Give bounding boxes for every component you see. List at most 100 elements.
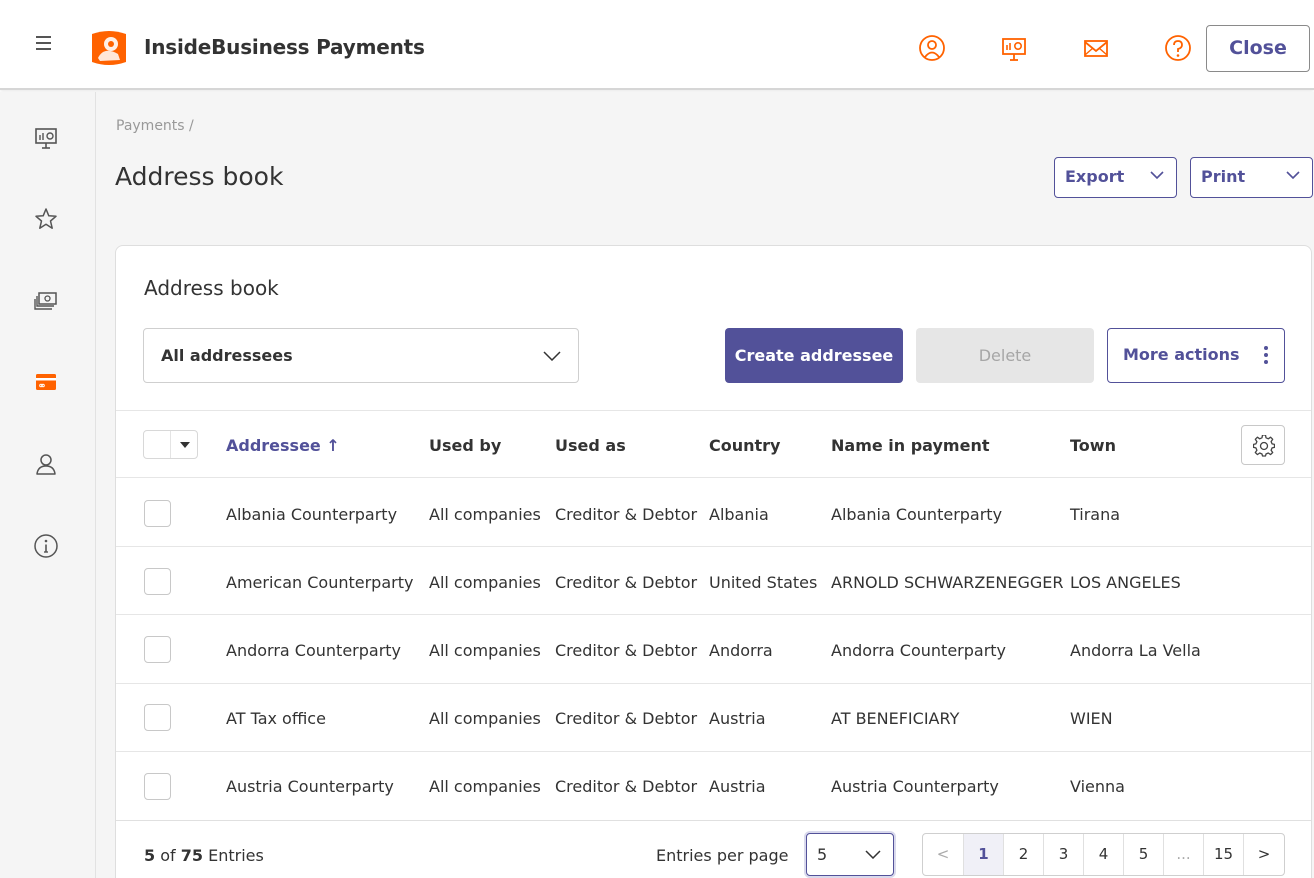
caret-down-icon[interactable]: [180, 442, 190, 448]
export-button[interactable]: Export: [1054, 157, 1177, 198]
prev-page-button[interactable]: <: [923, 834, 963, 875]
cell-addressee[interactable]: Albania Counterparty: [226, 505, 397, 524]
column-header-addressee[interactable]: Addressee ↑: [226, 436, 340, 455]
cell-addressee[interactable]: Andorra Counterparty: [226, 641, 401, 660]
entries-per-page-label: Entries per page: [656, 846, 789, 865]
cell-used-by: All companies: [429, 641, 541, 660]
cell-town: Tirana: [1070, 505, 1121, 524]
entries-count: 5 of 75 Entries: [144, 846, 264, 865]
cell-country: Andorra: [709, 641, 773, 660]
cell-used-as: Creditor & Debtor: [555, 777, 698, 796]
column-header-country[interactable]: Country: [709, 436, 780, 455]
entries-text: Entries: [208, 846, 264, 865]
envelope-icon[interactable]: [1082, 34, 1110, 62]
cell-town: WIEN: [1070, 709, 1113, 728]
delete-button[interactable]: Delete: [916, 328, 1094, 383]
info-icon[interactable]: [33, 533, 59, 559]
presentation-chart-icon[interactable]: [1000, 34, 1028, 62]
user-circle-icon[interactable]: [918, 34, 946, 62]
row-checkbox[interactable]: [144, 500, 171, 527]
cell-used-as: Creditor & Debtor: [555, 709, 698, 728]
export-label: Export: [1065, 167, 1125, 186]
next-page-button[interactable]: >: [1243, 834, 1284, 875]
entries-per-page-select[interactable]: 5: [806, 833, 894, 876]
cell-town: Andorra La Vella: [1070, 641, 1201, 660]
chevron-down-icon: [543, 351, 561, 361]
card-icon[interactable]: [33, 369, 59, 395]
cell-used-as: Creditor & Debtor: [555, 573, 698, 592]
ing-lion-logo: [92, 31, 126, 65]
divider: [116, 751, 1311, 752]
cell-addressee[interactable]: Austria Counterparty: [226, 777, 394, 796]
column-header-town[interactable]: Town: [1070, 436, 1116, 455]
help-icon[interactable]: [1164, 34, 1192, 62]
top-bar: InsideBusiness Payments Close: [0, 0, 1314, 90]
divider: [116, 683, 1311, 684]
checkbox[interactable]: [144, 431, 171, 458]
cell-used-as: Creditor & Debtor: [555, 505, 698, 524]
cell-country: Austria: [709, 709, 766, 728]
row-checkbox[interactable]: [144, 636, 171, 663]
page-ellipsis: ...: [1163, 834, 1203, 875]
filter-value: All addressees: [161, 346, 293, 365]
row-checkbox[interactable]: [144, 568, 171, 595]
column-settings-button[interactable]: [1241, 425, 1285, 465]
of-text: of: [160, 846, 176, 865]
kebab-icon: [1264, 346, 1268, 364]
per-page-value: 5: [817, 845, 828, 864]
breadcrumb[interactable]: Payments /: [116, 118, 194, 134]
more-actions-label: More actions: [1123, 345, 1240, 364]
cell-used-as: Creditor & Debtor: [555, 641, 698, 660]
divider: [116, 477, 1311, 478]
page-title: Address book: [115, 162, 284, 191]
gear-icon: [1253, 435, 1275, 457]
cell-addressee[interactable]: AT Tax office: [226, 709, 326, 728]
page-3-button[interactable]: 3: [1043, 834, 1083, 875]
cell-used-by: All companies: [429, 505, 541, 524]
cell-used-by: All companies: [429, 573, 541, 592]
chevron-down-icon: [1150, 171, 1164, 180]
print-label: Print: [1201, 167, 1246, 186]
cell-used-by: All companies: [429, 777, 541, 796]
cell-used-by: All companies: [429, 709, 541, 728]
divider: [116, 614, 1311, 615]
page-2-button[interactable]: 2: [1003, 834, 1043, 875]
page-4-button[interactable]: 4: [1083, 834, 1123, 875]
page-15-button[interactable]: 15: [1203, 834, 1243, 875]
column-header-used-as[interactable]: Used as: [555, 436, 626, 455]
person-icon[interactable]: [33, 451, 59, 477]
pagination: < 1 2 3 4 5 ... 15 >: [922, 833, 1285, 876]
select-all-checkbox[interactable]: [143, 430, 198, 459]
cell-name-in-payment: Austria Counterparty: [831, 777, 999, 796]
star-icon[interactable]: [33, 206, 59, 232]
page-1-button[interactable]: 1: [963, 834, 1003, 875]
column-header-used-by[interactable]: Used by: [429, 436, 501, 455]
cell-name-in-payment: AT BENEFICIARY: [831, 709, 960, 728]
cell-name-in-payment: Andorra Counterparty: [831, 641, 1007, 660]
cell-town: LOS ANGELES: [1070, 573, 1181, 592]
column-header-name-in-payment[interactable]: Name in payment: [831, 436, 989, 455]
divider: [116, 410, 1311, 411]
print-button[interactable]: Print: [1190, 157, 1313, 198]
page-5-button[interactable]: 5: [1123, 834, 1163, 875]
cell-country: United States: [709, 573, 818, 592]
row-checkbox[interactable]: [144, 704, 171, 731]
chevron-down-icon: [1286, 171, 1300, 180]
total-count: 75: [180, 846, 204, 865]
cell-addressee[interactable]: American Counterparty: [226, 573, 413, 592]
cash-stack-icon[interactable]: [33, 288, 59, 314]
presentation-chart-icon[interactable]: [33, 125, 59, 151]
cell-country: Austria: [709, 777, 766, 796]
cell-town: Vienna: [1070, 777, 1125, 796]
cell-name-in-payment: Albania Counterparty: [831, 505, 1003, 524]
shown-count: 5: [144, 846, 156, 865]
more-actions-button[interactable]: More actions: [1107, 328, 1285, 383]
cell-name-in-payment: ARNOLD SCHWARZENEGGER: [831, 573, 1064, 592]
menu-icon[interactable]: [36, 36, 51, 50]
row-checkbox[interactable]: [144, 773, 171, 800]
addressee-filter-select[interactable]: All addressees: [143, 328, 579, 383]
close-button[interactable]: Close: [1206, 25, 1310, 72]
divider: [116, 546, 1311, 547]
create-addressee-button[interactable]: Create addressee: [725, 328, 903, 383]
sidebar: [0, 92, 96, 878]
